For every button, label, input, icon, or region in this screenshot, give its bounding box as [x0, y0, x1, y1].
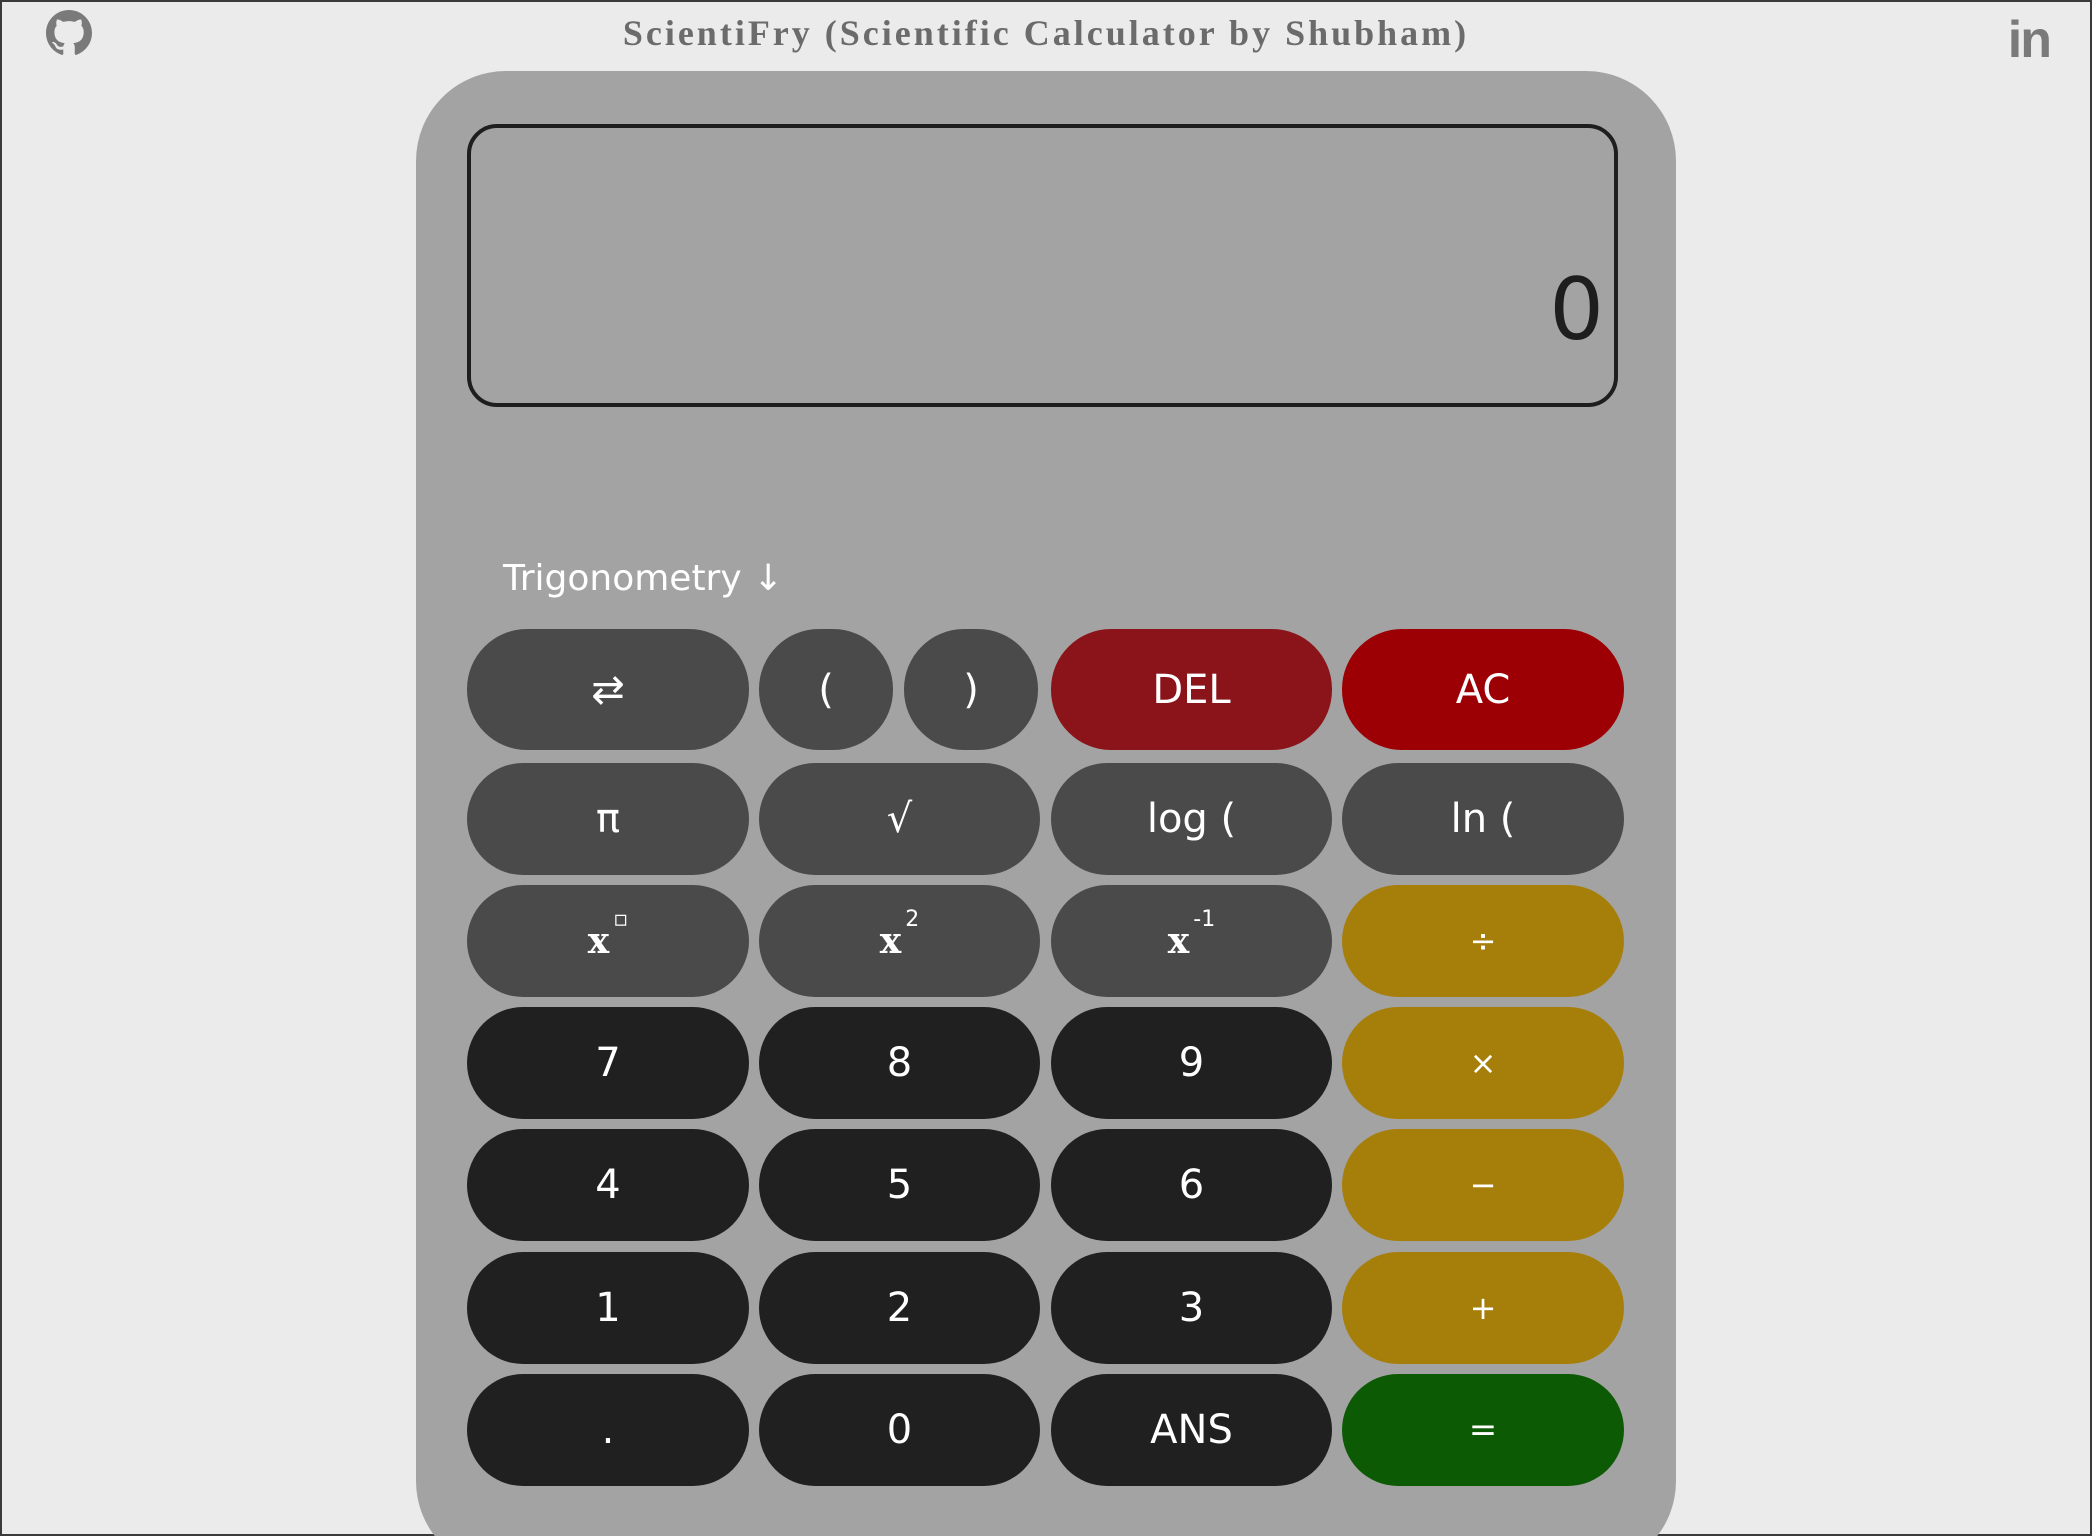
- digit-5-button[interactable]: 5: [759, 1129, 1040, 1241]
- multiply-button[interactable]: ×: [1342, 1007, 1624, 1119]
- digit-4-button[interactable]: 4: [467, 1129, 749, 1241]
- digit-6-button[interactable]: 6: [1051, 1129, 1332, 1241]
- digit-3-button[interactable]: 3: [1051, 1252, 1332, 1364]
- page-title: ScientiFry (Scientific Calculator by Shu…: [622, 13, 1470, 53]
- inverse-button[interactable]: x-1: [1051, 885, 1332, 997]
- equals-button[interactable]: =: [1342, 1374, 1624, 1486]
- swap-button[interactable]: ⇄: [467, 629, 749, 750]
- linkedin-icon[interactable]: in: [2008, 10, 2052, 70]
- digit-1-button[interactable]: 1: [467, 1252, 749, 1364]
- calculator-display: 0: [467, 124, 1618, 407]
- pi-button[interactable]: π: [467, 763, 749, 875]
- digit-2-button[interactable]: 2: [759, 1252, 1040, 1364]
- power-base: x: [587, 920, 610, 962]
- divide-button[interactable]: ÷: [1342, 885, 1624, 997]
- trigonometry-toggle[interactable]: Trigonometry ↓: [503, 558, 783, 599]
- plus-button[interactable]: +: [1342, 1252, 1624, 1364]
- inverse-label: x-1: [1167, 907, 1215, 962]
- digit-0-button[interactable]: 0: [759, 1374, 1040, 1486]
- digit-7-button[interactable]: 7: [467, 1007, 749, 1119]
- power-exponent: ▫: [613, 907, 629, 932]
- display-value: 0: [1549, 260, 1604, 360]
- square-label: x2: [879, 907, 919, 962]
- decimal-point-button[interactable]: .: [467, 1374, 749, 1486]
- answer-button[interactable]: ANS: [1051, 1374, 1332, 1486]
- page: ScientiFry (Scientific Calculator by Shu…: [0, 0, 2092, 1536]
- calculator-body: 0 Trigonometry ↓ ⇄ ( ) DEL AC π √ log ( …: [416, 71, 1676, 1536]
- open-paren-button[interactable]: (: [759, 629, 893, 750]
- digit-8-button[interactable]: 8: [759, 1007, 1040, 1119]
- delete-button[interactable]: DEL: [1051, 629, 1332, 750]
- close-paren-button[interactable]: ): [904, 629, 1038, 750]
- all-clear-button[interactable]: AC: [1342, 629, 1624, 750]
- power-label: x▫: [587, 907, 628, 962]
- square-exponent: 2: [905, 907, 920, 932]
- inverse-exponent: -1: [1193, 907, 1216, 932]
- sqrt-button[interactable]: √: [759, 763, 1040, 875]
- square-button[interactable]: x2: [759, 885, 1040, 997]
- ln-button[interactable]: ln (: [1342, 763, 1624, 875]
- digit-9-button[interactable]: 9: [1051, 1007, 1332, 1119]
- power-button[interactable]: x▫: [467, 885, 749, 997]
- minus-button[interactable]: −: [1342, 1129, 1624, 1241]
- square-base: x: [879, 920, 902, 962]
- log-button[interactable]: log (: [1051, 763, 1332, 875]
- inverse-base: x: [1167, 920, 1190, 962]
